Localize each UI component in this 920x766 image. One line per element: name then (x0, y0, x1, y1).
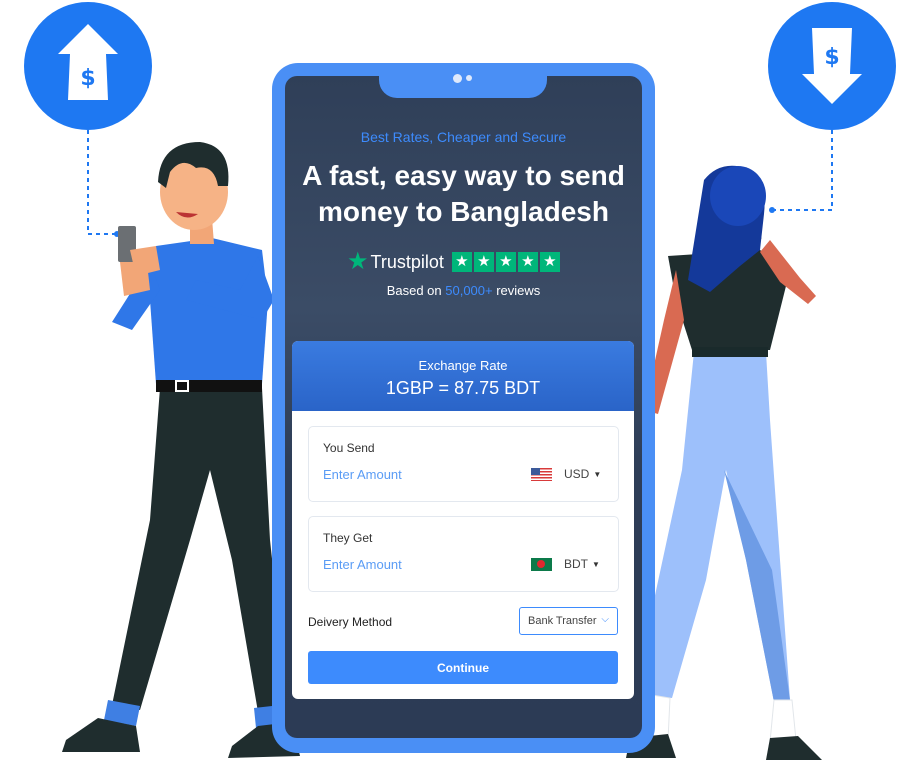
svg-text:$: $ (80, 66, 95, 91)
svg-text:$: $ (824, 45, 839, 70)
phone-notch (379, 76, 547, 98)
trustpilot-rating[interactable]: ★ Trustpilot ★ ★ ★ ★ ★ (347, 250, 560, 274)
hero-title-line2: money to Bangladesh (318, 196, 609, 227)
sensor-icon (466, 75, 472, 81)
exchange-rate-label: Exchange Rate (418, 358, 508, 373)
delivery-method-select[interactable]: Bank Transfer ⌵ (519, 607, 618, 635)
send-currency-code: USD (564, 467, 590, 481)
woman-figure (626, 165, 822, 760)
you-send-field: You Send USD ▼ (308, 426, 619, 502)
trustpilot-star-icon: ★ (347, 248, 369, 275)
send-amount-input[interactable] (323, 467, 513, 482)
get-currency-code: BDT (564, 557, 588, 571)
camera-icon (453, 74, 462, 83)
delivery-method-label: Deivery Method (308, 615, 393, 629)
caret-down-icon: ▼ (592, 559, 600, 569)
rating-stars: ★ ★ ★ ★ ★ (451, 252, 560, 272)
delivery-method-value: Bank Transfer (528, 615, 597, 627)
continue-button[interactable]: Continue (308, 651, 618, 684)
us-flag-icon (531, 467, 552, 481)
send-currency-select[interactable]: USD ▼ (531, 467, 601, 481)
star-icon: ★ (517, 252, 538, 272)
star-icon: ★ (495, 252, 516, 272)
you-send-label: You Send (323, 441, 375, 455)
transfer-card: Exchange Rate 1GBP = 87.75 BDT You Send … (292, 341, 634, 699)
dollar-down-arrow-icon: $ (768, 2, 896, 130)
exchange-rate-header: Exchange Rate 1GBP = 87.75 BDT (292, 341, 634, 411)
hero-title-line1: A fast, easy way to send (302, 160, 625, 191)
get-amount-input[interactable] (323, 557, 513, 572)
get-currency-select[interactable]: BDT ▼ (531, 557, 600, 571)
reviews-count[interactable]: 50,000+ (445, 283, 492, 298)
they-get-label: They Get (323, 531, 373, 545)
hero-tagline: Best Rates, Cheaper and Secure (360, 129, 567, 145)
exchange-rate-value: 1GBP = 87.75 BDT (385, 378, 541, 398)
star-icon: ★ (473, 252, 494, 272)
chevron-down-icon: ⌵ (601, 614, 609, 625)
star-icon: ★ (451, 252, 472, 272)
star-icon: ★ (539, 252, 560, 272)
reviews-text: Based on 50,000+ reviews (386, 283, 541, 298)
they-get-field: They Get BDT ▼ (308, 516, 619, 592)
hero-title: A fast, easy way to send money to Bangla… (285, 158, 642, 230)
bd-flag-icon (531, 557, 552, 571)
trustpilot-label: Trustpilot (370, 251, 444, 272)
caret-down-icon: ▼ (593, 469, 602, 479)
dollar-up-arrow-icon: $ (24, 2, 152, 130)
